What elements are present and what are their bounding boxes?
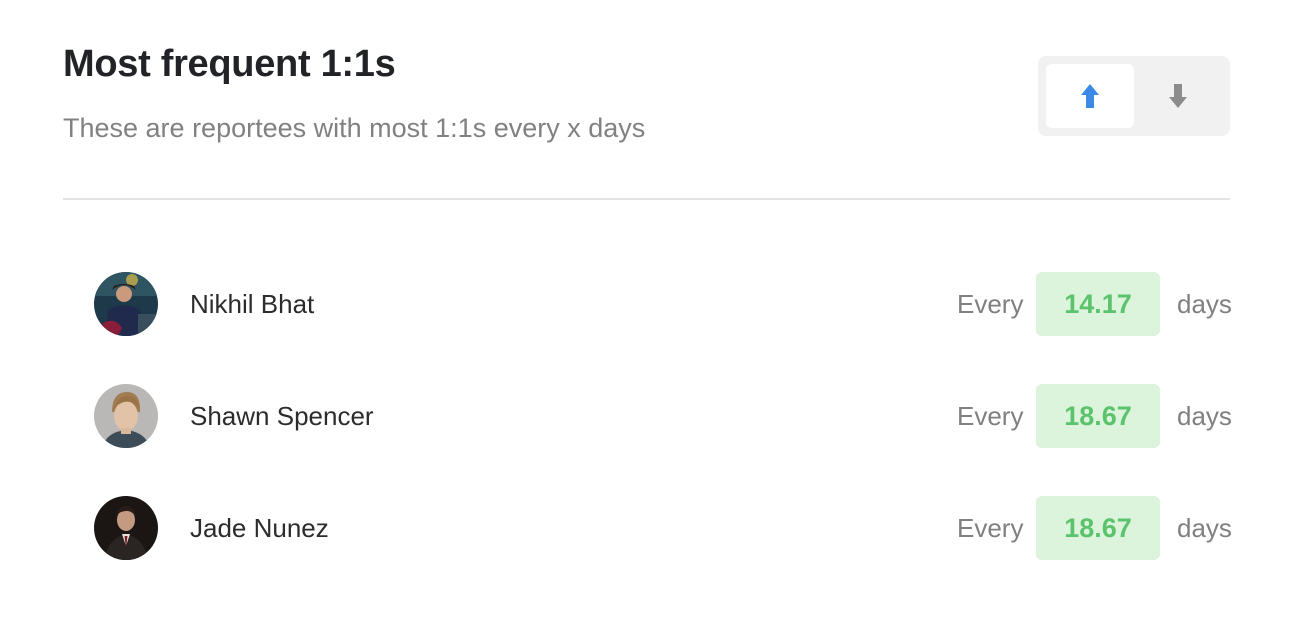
every-label: Every <box>957 401 1024 431</box>
reportee-name: Nikhil Bhat <box>190 289 315 319</box>
avatar <box>94 496 158 560</box>
frequency-value-badge: 18.67 <box>1036 384 1160 448</box>
arrow-down-icon <box>1168 83 1188 109</box>
reportee-name: Shawn Spencer <box>190 401 374 431</box>
avatar <box>94 384 158 448</box>
days-label: days <box>1177 289 1232 319</box>
days-label: days <box>1177 401 1232 431</box>
days-label: days <box>1177 513 1232 543</box>
arrow-up-icon <box>1080 83 1100 109</box>
card-subtitle: These are reportees with most 1:1s every… <box>63 113 646 143</box>
section-divider <box>63 198 1230 200</box>
sort-descending-button[interactable] <box>1134 64 1222 128</box>
reportee-name: Jade Nunez <box>190 513 329 543</box>
reportee-row: Jade Nunez Every 18.67 days <box>0 496 1290 560</box>
every-label: Every <box>957 513 1024 543</box>
reportee-row: Shawn Spencer Every 18.67 days <box>0 384 1290 448</box>
every-label: Every <box>957 289 1024 319</box>
reportee-row: Nikhil Bhat Every 14.17 days <box>0 272 1290 336</box>
frequency-value-badge: 18.67 <box>1036 496 1160 560</box>
frequency-value-badge: 14.17 <box>1036 272 1160 336</box>
sort-ascending-button[interactable] <box>1046 64 1134 128</box>
card-title: Most frequent 1:1s <box>63 43 396 85</box>
frequent-one-on-ones-card: Most frequent 1:1s These are reportees w… <box>0 0 1290 626</box>
avatar <box>94 272 158 336</box>
sort-order-toggle <box>1038 56 1230 136</box>
